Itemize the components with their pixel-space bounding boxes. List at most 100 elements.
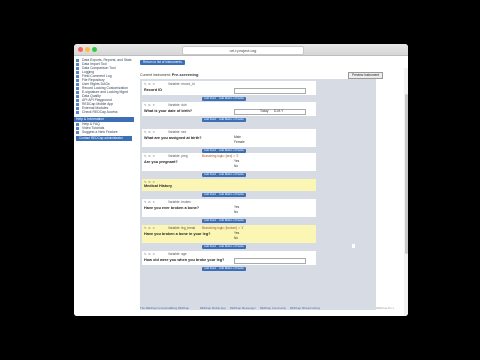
- radio-option[interactable]: Yes: [234, 231, 239, 235]
- sidebar-item-icon: [76, 110, 79, 114]
- field-block[interactable]: ✎ ⧉ ✕ Variable: leg_break Branching logic:…: [142, 225, 316, 243]
- sidebar-item-label: Check REDCap Access: [82, 110, 118, 114]
- scrollbar-thumb[interactable]: [404, 94, 408, 254]
- preview-instrument-button[interactable]: Preview instrument: [348, 72, 384, 79]
- sidebar: Data Exports, Reports, and Stats Data Imp…: [74, 56, 134, 316]
- section-header-block[interactable]: ✎ ⧉ ✕ Medical History: [142, 179, 316, 191]
- field-block[interactable]: ✎ ⧉ ✕ Variable: age How old were you when …: [142, 251, 316, 265]
- help-link-icon: [76, 130, 79, 134]
- question-text: Medical History: [144, 184, 173, 188]
- field-block[interactable]: ✎ ⧉ ✕ Variable: sex What are you assigned …: [142, 129, 316, 147]
- field-block[interactable]: ✎ ⧉ ✕ Variable: record_id Record ID: [142, 81, 316, 95]
- footer-link[interactable]: The REDCap Consortium: [140, 306, 172, 310]
- text-input[interactable]: [234, 258, 306, 264]
- text-input[interactable]: [234, 109, 306, 115]
- radio-option[interactable]: Male: [234, 135, 241, 139]
- minimize-window-icon[interactable]: [85, 47, 90, 52]
- footer-link[interactable]: REDCap Shared Library: [290, 306, 320, 310]
- footer: REDCap 8.x.x The REDCap Consortium Citing…: [138, 304, 398, 314]
- add-field-button[interactable]: Add Field: [202, 117, 218, 122]
- add-field-button[interactable]: Add Field: [202, 148, 218, 153]
- field-block[interactable]: ✎ ⧉ ✕ Variable: preg Branching logic: [sex…: [142, 153, 316, 171]
- sidebar-item[interactable]: Check REDCap Access: [74, 110, 134, 114]
- question-text: What is your date of birth?: [144, 109, 193, 113]
- add-matrix-button[interactable]: Add Matrix of Fields: [217, 192, 246, 197]
- variable-name: Variable: preg: [168, 154, 188, 158]
- add-field-row: Add Field Add Matrix of Fields: [142, 244, 316, 251]
- contact-admin-button[interactable]: Contact REDCap administrator: [76, 136, 132, 141]
- instrument-label: Current instrument:: [140, 73, 171, 77]
- add-matrix-button[interactable]: Add Matrix of Fields: [217, 117, 246, 122]
- add-field-button[interactable]: Add Field: [202, 192, 218, 197]
- variable-name: Variable: record_id: [168, 82, 195, 86]
- add-field-row: Add Field Add Matrix of Fields: [142, 172, 316, 179]
- field-edit-tools-icon[interactable]: ✎ ⧉ ✕: [144, 130, 155, 134]
- variable-name: Variable: broken: [168, 200, 191, 204]
- close-window-icon[interactable]: [78, 47, 83, 52]
- field-edit-tools-icon[interactable]: ✎ ⧉ ✕: [144, 154, 155, 158]
- field-edit-tools-icon[interactable]: ✎ ⧉ ✕: [144, 103, 155, 107]
- version-text: REDCap 8.x.x: [376, 306, 394, 310]
- footer-link[interactable]: REDCap Community: [260, 306, 286, 310]
- variable-name: Variable: dob: [168, 103, 187, 107]
- field-edit-tools-icon[interactable]: ✎ ⧉ ✕: [144, 82, 155, 86]
- radio-option[interactable]: Yes: [234, 205, 239, 209]
- variable-name: Variable: leg_break: [168, 226, 196, 230]
- question-text: Record ID: [144, 88, 162, 92]
- question-text: Have you broken a bone in your leg?: [144, 232, 211, 236]
- return-to-instruments-button[interactable]: Return to list of instruments: [140, 60, 185, 65]
- radio-option[interactable]: Yes: [234, 159, 239, 163]
- question-text: What are you assigned at birth?: [144, 136, 202, 140]
- address-bar[interactable]: uri.r.project.org: [182, 46, 304, 55]
- mouse-cursor: [352, 244, 355, 248]
- main-content: Return to list of instruments Current in…: [138, 56, 398, 316]
- add-matrix-button[interactable]: Add Matrix of Fields: [217, 244, 246, 249]
- add-field-button[interactable]: Add Field: [202, 172, 218, 177]
- field-edit-tools-icon[interactable]: ✎ ⧉ ✕: [144, 200, 155, 204]
- question-text: How old were you when you broke your leg…: [144, 258, 225, 262]
- field-edit-tools-icon[interactable]: ✎ ⧉ ✕: [144, 252, 155, 256]
- footer-link[interactable]: REDCap Mobile App: [200, 306, 226, 310]
- add-field-row: Add Field Add Matrix of Fields: [142, 266, 316, 273]
- add-field-button[interactable]: Add Field: [202, 218, 218, 223]
- add-matrix-button[interactable]: Add Matrix of Fields: [217, 218, 246, 223]
- field-block[interactable]: ✎ ⧉ ✕ Variable: broken Have you ever broke…: [142, 199, 316, 217]
- instrument-name: Pre-screening: [171, 72, 199, 77]
- footer-link[interactable]: REDCap Messenger: [230, 306, 256, 310]
- online-designer-form: ✎ ⧉ ✕ Variable: record_id Record ID Add Fie…: [140, 79, 376, 310]
- question-text: Have you ever broken a bone?: [144, 206, 200, 210]
- radio-option[interactable]: No: [234, 210, 238, 214]
- instrument-header: Current instrument: Pre-screening: [140, 72, 318, 77]
- add-field-row: Add Field Add Matrix of Fields: [142, 117, 316, 124]
- branching-logic-note: Branching logic: [sex] = '2': [202, 154, 239, 158]
- add-matrix-button[interactable]: Add Matrix of Fields: [217, 266, 246, 271]
- add-field-row: Add Field Add Matrix of Fields: [142, 192, 316, 199]
- add-matrix-button[interactable]: Add Matrix of Fields: [217, 148, 246, 153]
- add-field-button[interactable]: Add Field: [202, 266, 218, 271]
- add-field-row: Add Field Add Matrix of Fields: [142, 218, 316, 225]
- text-input[interactable]: [234, 88, 306, 94]
- field-edit-tools-icon[interactable]: ✎ ⧉ ✕: [144, 226, 155, 230]
- radio-option[interactable]: No: [234, 236, 238, 240]
- help-link[interactable]: Suggest a New Feature: [74, 130, 134, 134]
- add-matrix-button[interactable]: Add Matrix of Fields: [217, 172, 246, 177]
- page: Data Exports, Reports, and Stats Data Imp…: [74, 56, 408, 316]
- question-text: Are you pregnant?: [144, 160, 178, 164]
- add-field-button[interactable]: Add Field: [202, 96, 218, 101]
- date-format-label: D-M-Y: [274, 109, 284, 113]
- add-matrix-button[interactable]: Add Matrix of Fields: [217, 96, 246, 101]
- footer-link[interactable]: Citing REDCap: [170, 306, 189, 310]
- variable-name: Variable: sex: [168, 130, 187, 134]
- help-link-label: Suggest a New Feature: [82, 130, 118, 134]
- radio-option[interactable]: No: [234, 164, 238, 168]
- zoom-window-icon[interactable]: [92, 47, 97, 52]
- add-field-button[interactable]: Add Field: [202, 244, 218, 249]
- browser-window: uri.r.project.org Data Exports, Reports,…: [74, 44, 408, 316]
- variable-name: Variable: age: [168, 252, 187, 256]
- radio-option[interactable]: Female: [234, 140, 245, 144]
- field-block[interactable]: ✎ ⧉ ✕ Variable: dob What is your date of b…: [142, 102, 316, 116]
- title-bar: uri.r.project.org: [74, 44, 408, 56]
- page-scrollbar[interactable]: [404, 68, 408, 316]
- today-button[interactable]: Today: [260, 109, 269, 113]
- branching-logic-note: Branching logic: [broken] = '1': [202, 226, 244, 230]
